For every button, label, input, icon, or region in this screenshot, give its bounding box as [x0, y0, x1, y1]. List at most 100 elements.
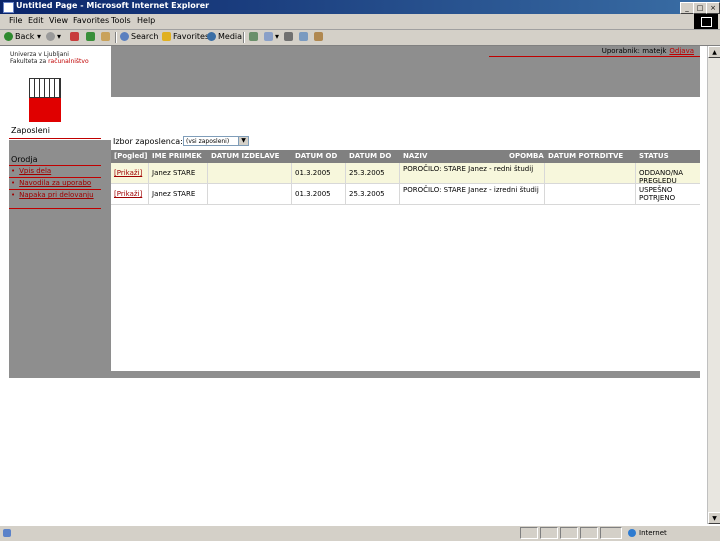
sidebar-section-tools: Orodja [11, 155, 38, 164]
view-link[interactable]: [Prikaži] [114, 169, 142, 177]
sidebar-item-help[interactable]: • Navodila za uporabo [11, 179, 91, 187]
stop-icon [70, 32, 79, 41]
sidebar-item-vpis-dela[interactable]: • Vpis dela [11, 167, 51, 175]
logo-line-2-red: računalništvo [48, 58, 89, 65]
sidebar-item-label: Navodila za uporabo [19, 179, 92, 187]
sidebar-item-label: Vpis dela [19, 167, 52, 175]
scroll-up-icon[interactable]: ▲ [708, 46, 720, 58]
cell-title: POROČILO: STARE Janez - redni študij [400, 163, 545, 183]
logo-text: Univerza v Ljubljani Fakulteta za računa… [10, 51, 89, 65]
favorites-button[interactable]: Favorites [162, 31, 209, 43]
ie-window-icon [3, 2, 14, 13]
minimize-button[interactable]: _ [680, 2, 694, 14]
employee-filter-label: Izbor zaposlenca: [113, 137, 183, 146]
browser-toolbar: Back ▾ ▾ Search Favorites Media ▾ [0, 30, 720, 46]
window-title-bar: Untitled Page - Microsoft Internet Explo… [0, 0, 720, 14]
divider [489, 56, 700, 57]
logout-link[interactable]: Odjava [669, 47, 694, 55]
column-header: IME PRIIMEK [152, 152, 202, 160]
logo-line-2: Fakulteta za [10, 58, 49, 65]
edit-button[interactable] [299, 31, 310, 43]
cell-date-to: 25.3.2005 [346, 163, 400, 183]
column-header: DATUM DO [349, 152, 392, 160]
refresh-button[interactable] [86, 31, 97, 43]
table-row: [Prikaži] Janez STARE 01.3.2005 25.3.200… [111, 184, 700, 205]
forward-button[interactable]: ▾ [46, 31, 61, 43]
toolbar-separator [243, 32, 245, 43]
discuss-icon [314, 32, 323, 41]
media-button[interactable]: Media [207, 31, 242, 43]
user-info: Uporabnik: matejk Odjava [602, 47, 694, 55]
cell-title: POROČILO: STARE Janez - izredni študij [400, 184, 545, 204]
footer-band [9, 371, 700, 378]
search-icon [120, 32, 129, 41]
back-label: Back [15, 32, 35, 41]
close-button[interactable]: × [706, 2, 720, 14]
menu-favorites[interactable]: Favorites [73, 16, 109, 25]
menu-bar: File Edit View Favorites Tools Help [0, 14, 720, 30]
forward-arrow-icon [46, 32, 55, 41]
toolbar-separator [115, 32, 117, 43]
mail-button[interactable]: ▾ [264, 31, 279, 43]
internet-globe-icon [628, 529, 636, 537]
security-zone: Internet [628, 527, 667, 539]
stop-button[interactable] [70, 31, 81, 43]
divider [9, 177, 101, 178]
column-header: STATUS [639, 152, 669, 160]
vertical-scrollbar[interactable]: ▲ ▼ [707, 46, 720, 524]
cell-confirmed [545, 163, 636, 183]
column-header: DATUM POTRDITVE [548, 152, 624, 160]
menu-file[interactable]: File [9, 16, 22, 25]
column-header: NAZIV [403, 152, 428, 160]
home-button[interactable] [101, 31, 112, 43]
scroll-down-icon[interactable]: ▼ [708, 512, 720, 524]
maximize-button[interactable]: □ [693, 2, 707, 14]
refresh-icon [86, 32, 95, 41]
print-icon [284, 32, 293, 41]
menu-edit[interactable]: Edit [28, 16, 44, 25]
history-button[interactable] [249, 31, 260, 43]
column-header: OPOMBA [509, 152, 544, 160]
table-header: [Pogled] IME PRIIMEK DATUM IZDELAVE DATU… [111, 150, 700, 163]
menu-help[interactable]: Help [137, 16, 155, 25]
cell-date-from: 01.3.2005 [292, 184, 346, 204]
divider [9, 208, 101, 209]
search-button[interactable]: Search [120, 31, 158, 43]
column-header: DATUM OD [295, 152, 338, 160]
favorites-label: Favorites [173, 32, 210, 41]
divider [9, 189, 101, 190]
media-icon [207, 32, 216, 41]
page-done-icon [3, 529, 11, 537]
divider [9, 165, 101, 166]
edit-icon [299, 32, 308, 41]
university-logo: Univerza v Ljubljani Fakulteta za računa… [9, 46, 111, 124]
favorites-star-icon [162, 32, 171, 41]
cell-confirmed [545, 184, 636, 204]
search-label: Search [131, 32, 159, 41]
discuss-button[interactable] [314, 31, 325, 43]
employee-filter-select[interactable]: (vsi zaposleni) ▼ [183, 136, 249, 146]
status-badge: USPEŠNO POTRJENO [639, 186, 676, 202]
status-badge: ODDANO/NA PREGLEDU [639, 169, 684, 183]
cell-date-to: 25.3.2005 [346, 184, 400, 204]
cell-date-from: 01.3.2005 [292, 163, 346, 183]
divider [9, 138, 101, 139]
chevron-down-icon[interactable]: ▼ [238, 137, 248, 145]
history-icon [249, 32, 258, 41]
menu-tools[interactable]: Tools [111, 16, 131, 25]
view-link[interactable]: [Prikaži] [114, 190, 142, 198]
windows-logo-icon [694, 14, 718, 29]
sidebar-item-report-error[interactable]: • Napaka pri delovanju [11, 191, 99, 199]
cell-created [208, 163, 292, 183]
mail-icon [264, 32, 273, 41]
user-label: Uporabnik: matejk [601, 47, 667, 55]
status-bar: Internet [0, 525, 720, 541]
sidebar-item-label: Napaka pri delovanju [19, 191, 94, 199]
back-button[interactable]: Back ▾ [4, 31, 41, 43]
zone-label: Internet [639, 529, 667, 537]
menu-view[interactable]: View [49, 16, 68, 25]
print-button[interactable] [284, 31, 295, 43]
header-band: Uporabnik: matejk Odjava [111, 46, 700, 97]
home-icon [101, 32, 110, 41]
employee-filter-value: (vsi zaposleni) [186, 138, 230, 145]
